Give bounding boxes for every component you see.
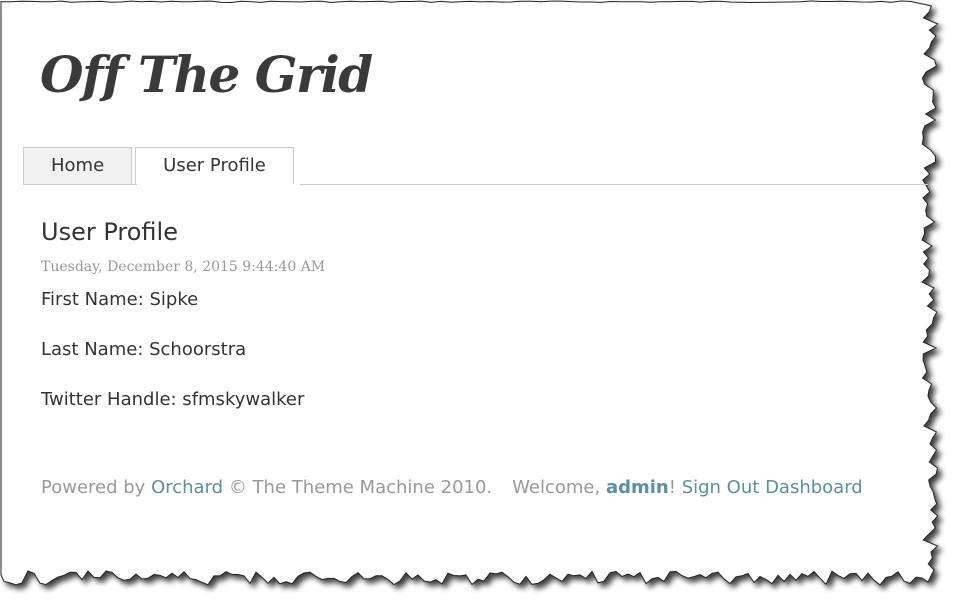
page: Off The Grid Home User Profile User Prof… xyxy=(0,0,930,575)
orchard-link[interactable]: Orchard xyxy=(151,477,223,498)
powered-by-text: Powered by xyxy=(41,477,146,498)
dashboard-link[interactable]: Dashboard xyxy=(765,477,863,498)
tab-home[interactable]: Home xyxy=(23,147,133,185)
page-date: Tuesday, December 8, 2015 9:44:40 AM xyxy=(41,259,326,275)
page-title: User Profile xyxy=(41,218,178,246)
tab-user-profile[interactable]: User Profile xyxy=(135,147,294,185)
nav-tabs: Home User Profile xyxy=(23,147,294,185)
copyright-text: © The Theme Machine 2010. xyxy=(228,477,493,498)
welcome-text: Welcome, xyxy=(512,477,601,498)
exclaim-text: ! xyxy=(668,477,676,498)
last-name-field: Last Name: Schoorstra xyxy=(41,339,247,360)
active-tab-gap xyxy=(137,184,300,185)
sign-out-link[interactable]: Sign Out xyxy=(682,477,760,498)
first-name-field: First Name: Sipke xyxy=(41,289,199,310)
footer: Powered by Orchard © The Theme Machine 2… xyxy=(41,476,863,500)
username-link[interactable]: admin xyxy=(606,477,669,498)
site-title[interactable]: Off The Grid xyxy=(40,40,373,110)
twitter-handle-field: Twitter Handle: sfmskywalker xyxy=(41,389,305,410)
main-content: User Profile Tuesday, December 8, 2015 9… xyxy=(41,216,325,412)
